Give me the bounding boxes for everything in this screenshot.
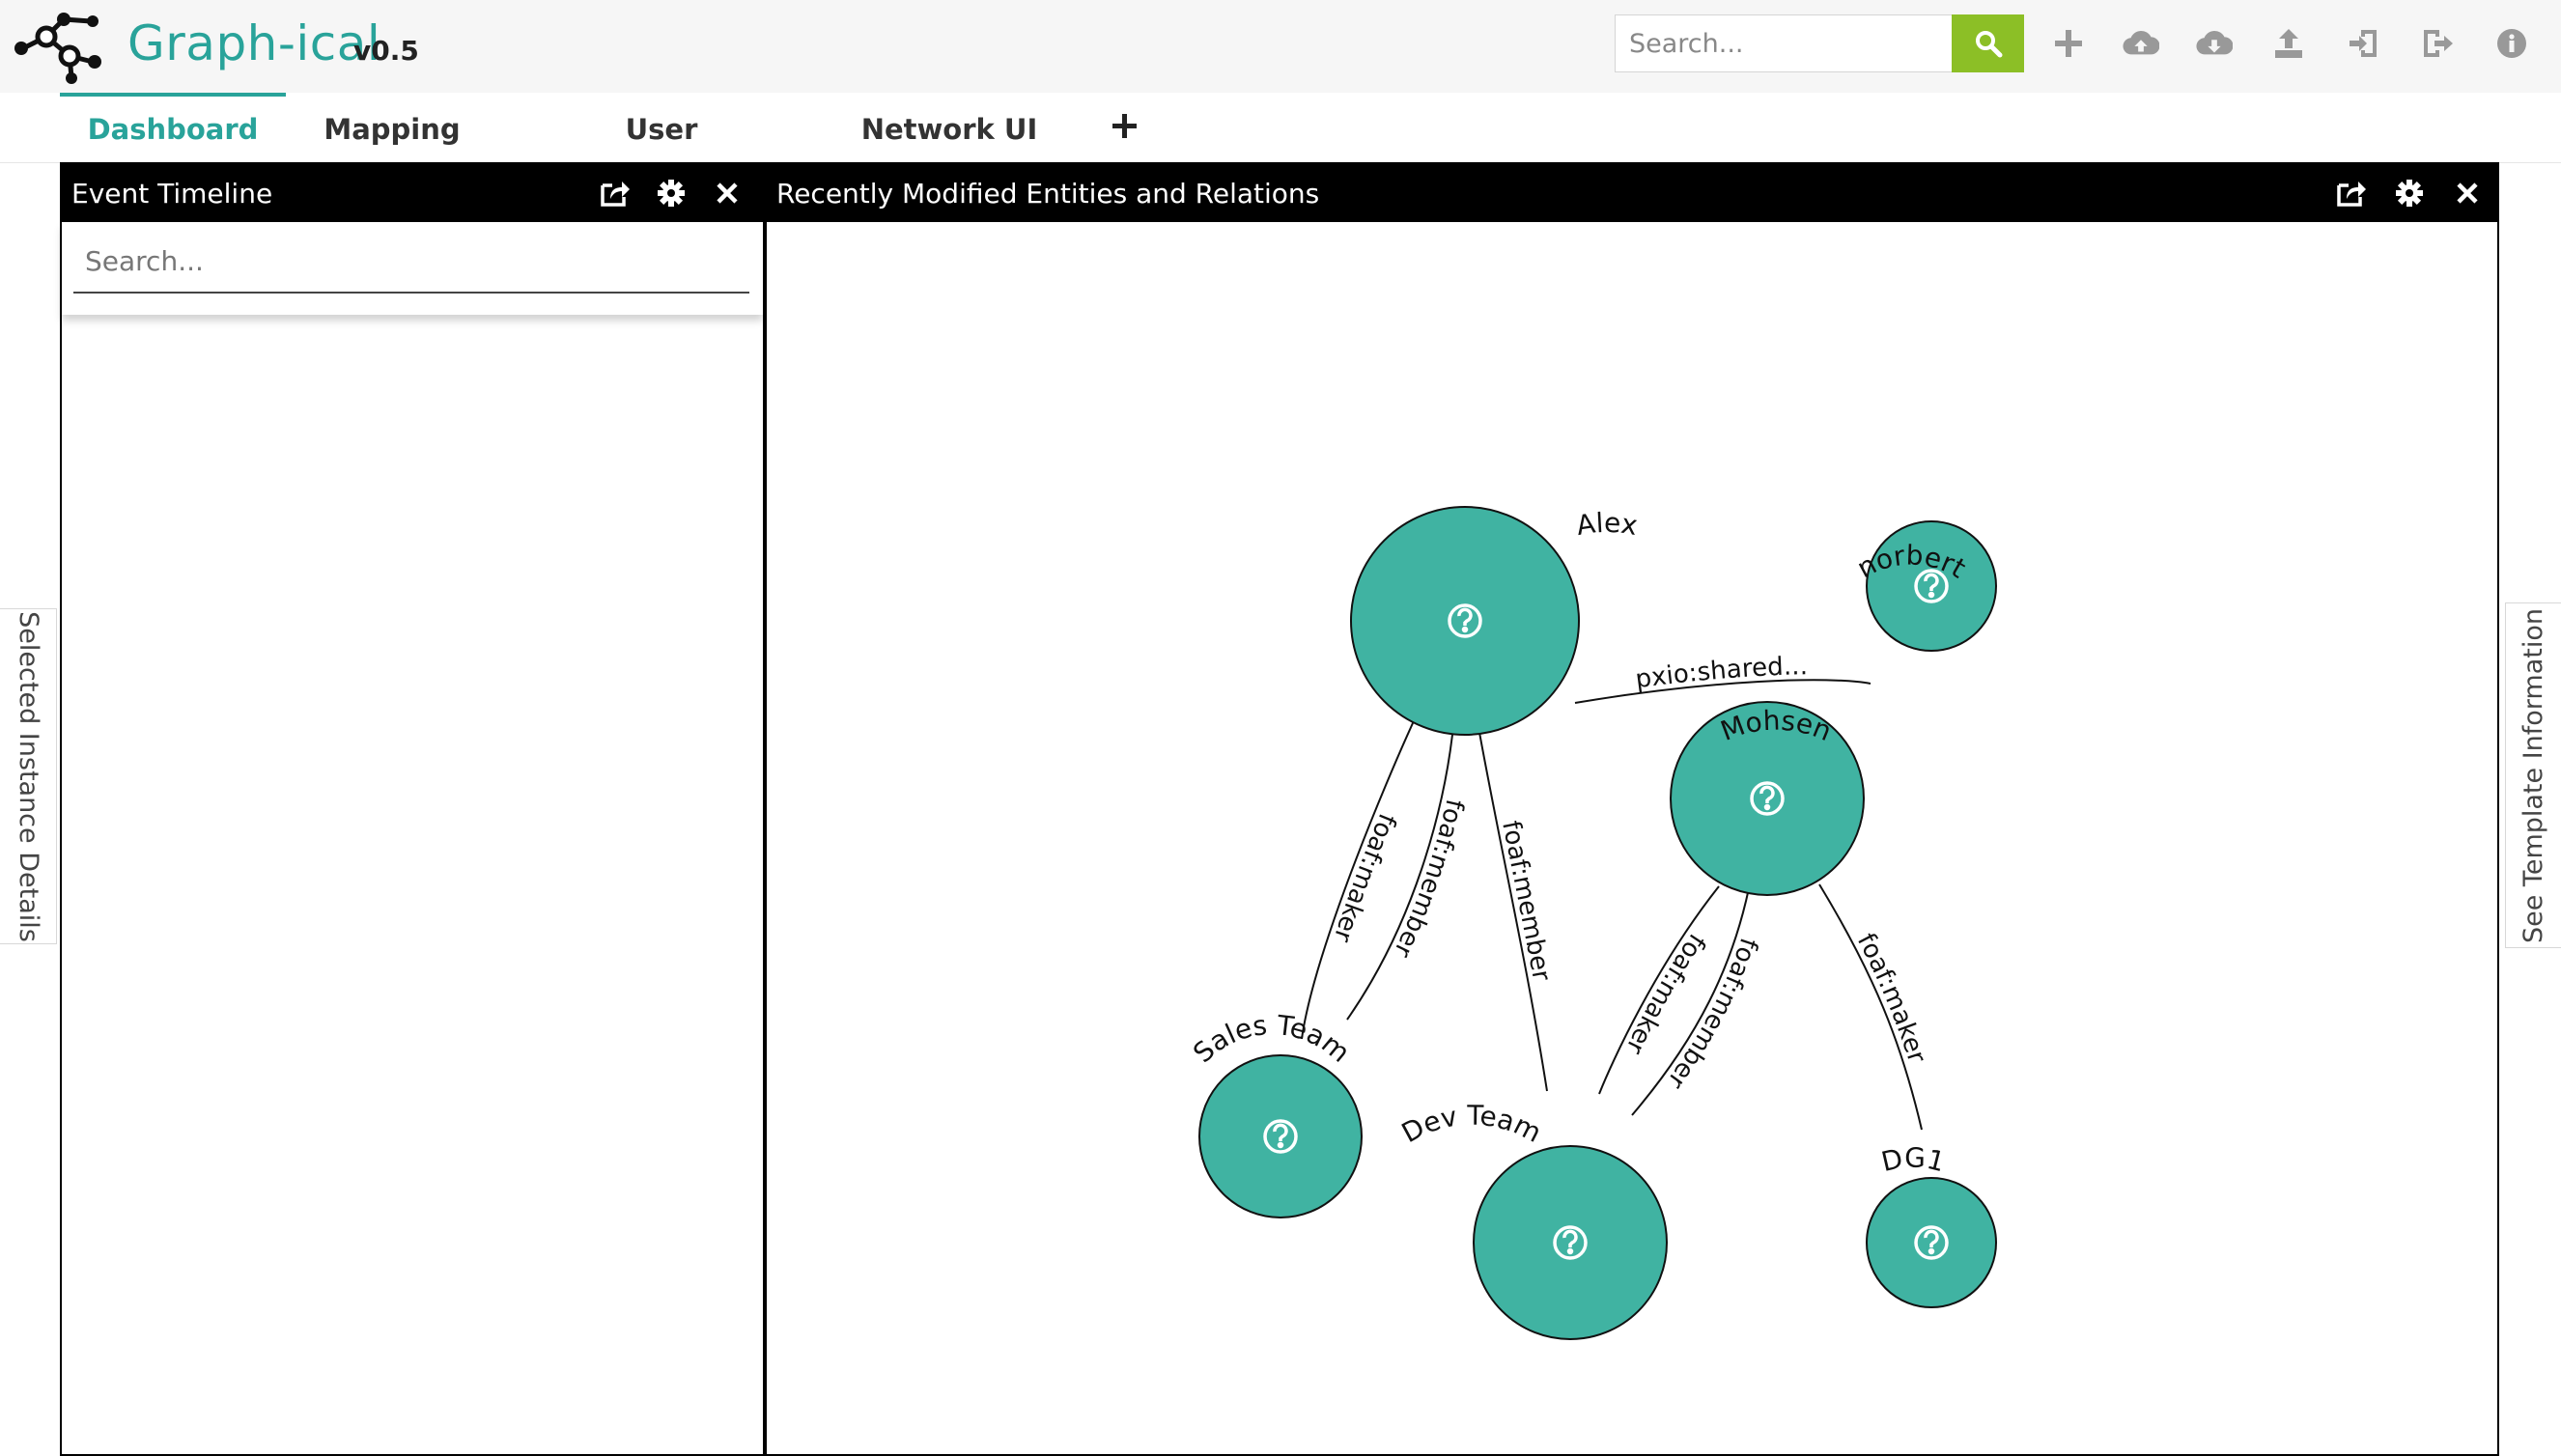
- tab-dashboard[interactable]: Dashboard: [60, 93, 286, 162]
- close-button[interactable]: [2451, 177, 2484, 210]
- info-button[interactable]: [2493, 25, 2530, 62]
- import-icon: [2350, 30, 2377, 57]
- edge-label: foaf:member: [1496, 819, 1556, 984]
- node-label: Dev Team: [1396, 1100, 1546, 1150]
- export-icon: [2424, 30, 2453, 57]
- panel-header: Event Timeline: [62, 164, 763, 222]
- cloud-download-icon: [2196, 30, 2233, 55]
- add-tab-button[interactable]: [1109, 106, 1143, 145]
- panel-title: Event Timeline: [71, 178, 273, 210]
- close-button[interactable]: [711, 177, 744, 210]
- plus-icon: [1112, 114, 1137, 138]
- share-button[interactable]: [2335, 177, 2368, 210]
- settings-button[interactable]: [2393, 177, 2426, 210]
- gear-icon: [2396, 180, 2423, 207]
- cloud-upload-button[interactable]: [2123, 25, 2159, 62]
- edge-label: foaf:maker: [1327, 809, 1401, 945]
- side-tab-label-right: See Template Information: [2519, 607, 2549, 943]
- node-label: Alex: [1574, 507, 1640, 542]
- tab-mapping[interactable]: Mapping: [315, 93, 469, 162]
- import-button[interactable]: [2346, 25, 2382, 62]
- share-icon: [2337, 182, 2366, 207]
- edge-label: foaf:maker: [1851, 929, 1931, 1067]
- see-template-information-tab[interactable]: See Template Information: [2505, 602, 2561, 948]
- upload-icon: [2275, 29, 2302, 58]
- app-version: v0.5: [353, 35, 419, 67]
- node-label: DG1: [1878, 1141, 1948, 1178]
- event-timeline-panel: Event Timeline: [60, 162, 765, 1456]
- timeline-search-bar: [62, 222, 763, 315]
- tab-network-ui[interactable]: Network UI: [850, 93, 1049, 162]
- panel-title: Recently Modified Entities and Relations: [776, 178, 1320, 210]
- selected-instance-details-tab[interactable]: Selected Instance Details: [0, 608, 57, 944]
- graph-logo-icon: [14, 13, 101, 84]
- recent-entities-graph-panel: Recently Modified Entities and Relations: [765, 162, 2499, 1456]
- settings-button[interactable]: [655, 177, 688, 210]
- cloud-download-button[interactable]: [2196, 25, 2233, 62]
- close-icon: [717, 182, 738, 204]
- cloud-upload-icon: [2123, 30, 2159, 55]
- search-icon: [1975, 31, 2002, 58]
- upload-button[interactable]: [2270, 25, 2307, 62]
- edge-label: pxio:shared...: [1634, 652, 1808, 694]
- share-button[interactable]: [599, 177, 632, 210]
- share-icon: [601, 182, 630, 207]
- main-tabs: Dashboard Mapping User Management Networ…: [0, 93, 2561, 219]
- export-button[interactable]: [2420, 25, 2457, 62]
- plus-icon: [2055, 30, 2082, 57]
- tab-user-management[interactable]: User Management: [521, 93, 802, 219]
- search-button[interactable]: [1952, 14, 2024, 72]
- timeline-search-input[interactable]: [73, 230, 749, 294]
- top-bar: Graph-ical v0.5: [0, 0, 2561, 93]
- entity-graph[interactable]: pxio:shared... foaf:maker foaf:member fo…: [767, 222, 2497, 1454]
- panel-header: Recently Modified Entities and Relations: [767, 164, 2497, 222]
- add-button[interactable]: [2050, 25, 2087, 62]
- gear-icon: [658, 180, 685, 207]
- close-icon: [2457, 182, 2478, 204]
- app-title: Graph-ical: [127, 15, 381, 71]
- info-icon: [2497, 29, 2526, 58]
- global-search-input[interactable]: [1615, 14, 1953, 72]
- side-tab-label-left: Selected Instance Details: [13, 610, 43, 942]
